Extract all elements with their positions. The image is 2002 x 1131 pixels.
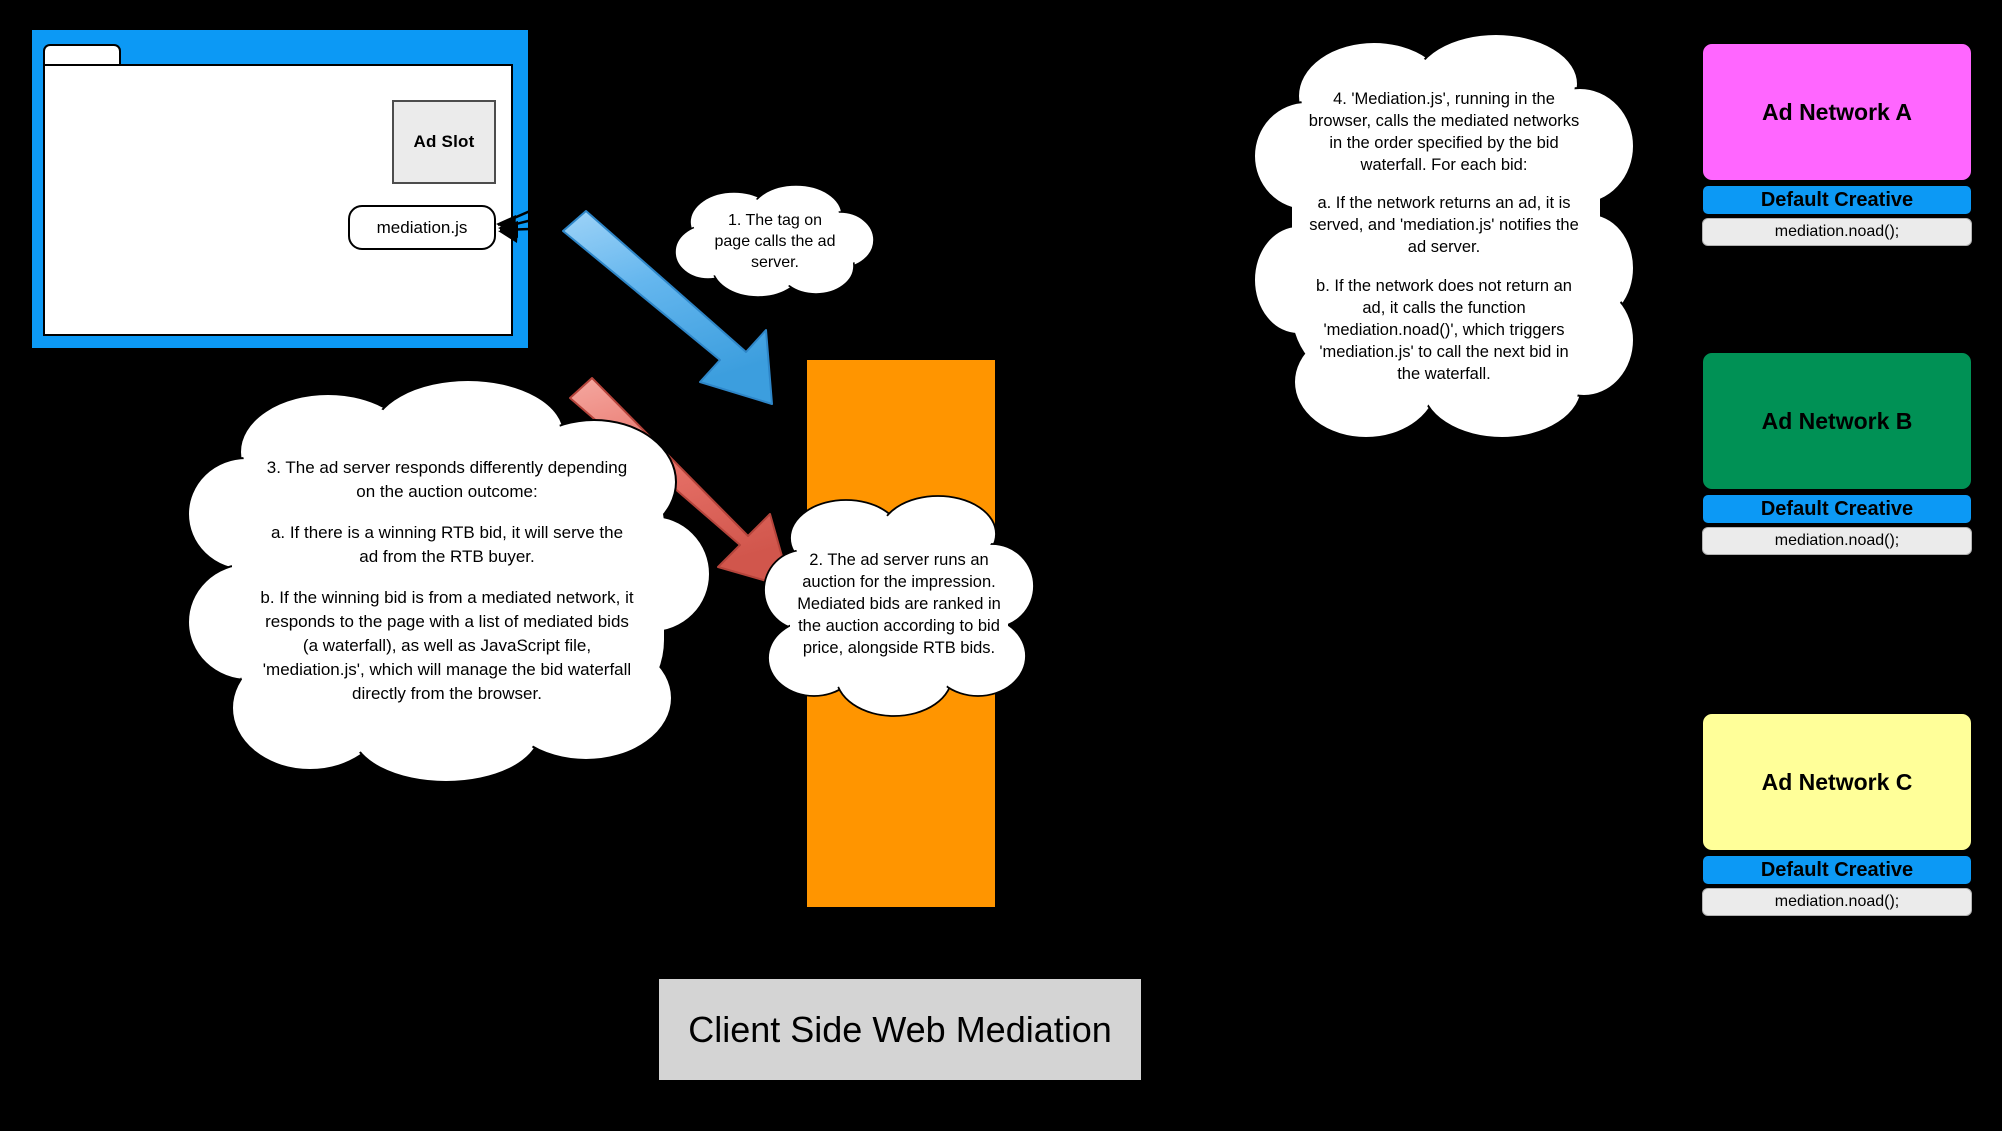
ad-network-a-noad-call: mediation.noad(); [1702,218,1972,246]
ad-network-b-box: Ad Network B [1702,352,1972,490]
ad-network-c-noad-call: mediation.noad(); [1702,888,1972,916]
cloud-4-line-2: b. If the network does not return an ad,… [1316,276,1572,383]
callout-cloud-1: 1. The tag on page calls the ad server. [672,182,878,300]
callout-cloud-2: 2. The ad server runs an auction for the… [762,490,1036,718]
ad-network-c-default-creative: Default Creative [1702,855,1972,885]
callout-cloud-4: 4. 'Mediation.js', running in the browse… [1254,30,1634,442]
cloud-2-text: 2. The ad server runs an auction for the… [762,490,1036,718]
ad-network-a-box: Ad Network A [1702,43,1972,181]
callout-cloud-3: 3. The ad server responds differently de… [182,378,712,784]
ad-network-b-default-creative: Default Creative [1702,494,1972,524]
ad-network-b-noad-call: mediation.noad(); [1702,527,1972,555]
cloud-4-line-0: 4. 'Mediation.js', running in the browse… [1308,89,1580,174]
diagram-canvas: Ad Slot mediation.js 1. The tag on page … [0,0,2002,1131]
cloud-4-line-1: a. If the network returns an ad, it is s… [1309,194,1579,256]
mediation-js-node: mediation.js [348,205,496,250]
ad-network-c-group: Ad Network C Default Creative mediation.… [1702,713,1972,916]
ad-network-b-group: Ad Network B Default Creative mediation.… [1702,352,1972,555]
cloud-2-line-0: 2. The ad server runs an auction for the… [797,551,1001,657]
diagram-title-plate: Client Side Web Mediation [658,978,1142,1081]
browser-tab[interactable] [43,44,121,66]
cloud-3-line-0: 3. The ad server responds differently de… [266,458,628,501]
cloud-1-text: 1. The tag on page calls the ad server. [672,182,878,300]
cloud-3-text: 3. The ad server responds differently de… [182,378,712,784]
ad-network-c-box: Ad Network C [1702,713,1972,851]
cloud-3-line-1: a. If there is a winning RTB bid, it wil… [270,523,624,566]
ad-network-a-group: Ad Network A Default Creative mediation.… [1702,43,1972,246]
cloud-3-line-2: b. If the winning bid is from a mediated… [260,588,634,703]
cloud-1-line-0: 1. The tag on page calls the ad server. [714,211,836,271]
cloud-4-text: 4. 'Mediation.js', running in the browse… [1254,30,1634,442]
ad-slot-box: Ad Slot [392,100,496,184]
ad-network-a-default-creative: Default Creative [1702,185,1972,215]
